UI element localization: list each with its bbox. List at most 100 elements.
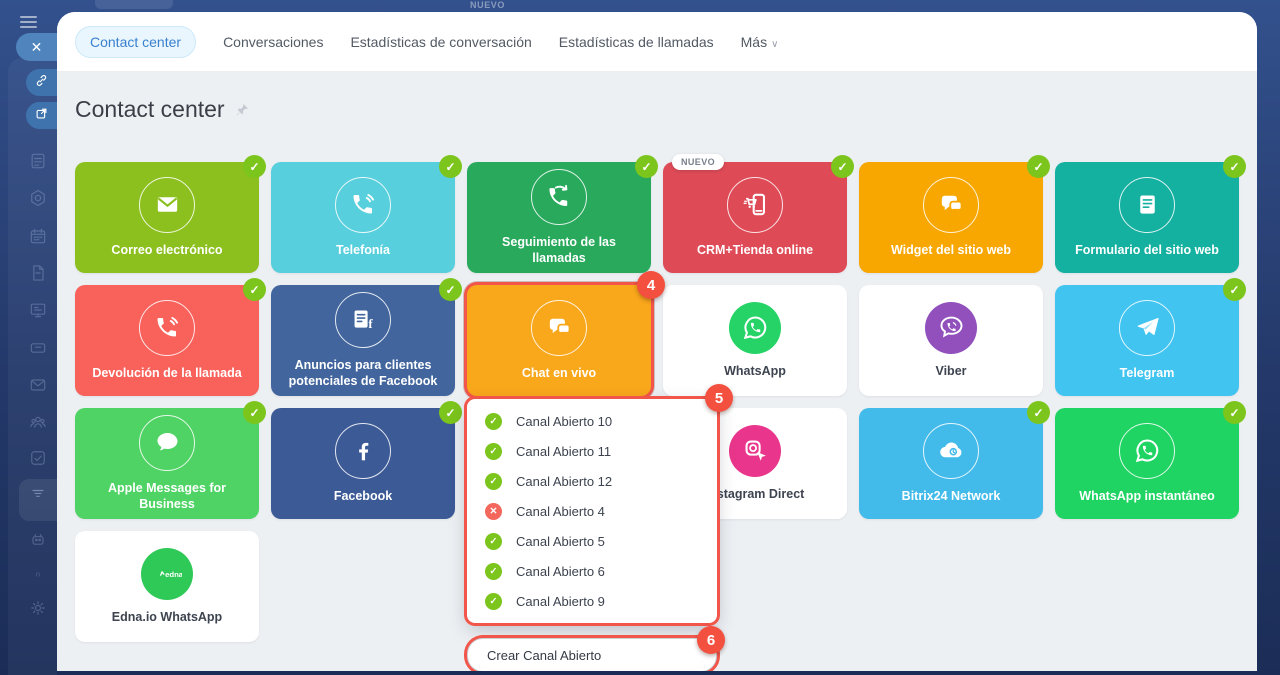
check-badge-icon: ✓ (243, 278, 266, 301)
tab-estadisticas-de-llamadas[interactable]: Estadísticas de llamadas (559, 34, 714, 50)
channel-tile-crm-tienda-online[interactable]: ✓NUEVOCRM+Tienda online (663, 162, 847, 273)
close-button[interactable]: ✕ (16, 33, 57, 61)
document-icon[interactable] (28, 151, 48, 171)
open-channel-item[interactable]: ✓ Canal Abierto 6 (467, 556, 717, 586)
main-panel: Contact center Conversaciones Estadísticas… (57, 12, 1257, 671)
phone-waves-icon (335, 177, 391, 233)
close-icon: ✕ (31, 39, 43, 56)
create-channel-wrap: Crear Canal Abierto 6 (467, 638, 717, 671)
channel-tile-chat-en-vivo[interactable]: 4Chat en vivo (467, 285, 651, 396)
open-channel-item[interactable]: ✓Canal Abierto 12 (467, 466, 717, 496)
cloud-clock-icon (923, 423, 979, 479)
tile-label: Edna.io WhatsApp (104, 609, 230, 625)
copy-link-button[interactable] (26, 69, 57, 96)
tile-label: Facebook (326, 488, 400, 504)
link-icon (34, 73, 49, 93)
page-title: Contact center (75, 96, 250, 123)
doc-f-icon: f (335, 292, 391, 348)
channel-tile-telegram[interactable]: ✓Telegram (1055, 285, 1239, 396)
tasks-icon[interactable] (28, 448, 48, 468)
open-channel-label: Canal Abierto 5 (516, 534, 605, 549)
tile-label: Formulario del sitio web (1067, 242, 1227, 258)
open-channels-dropdown: 5 ✓Canal Abierto 10✓Canal Abierto 11✓Can… (467, 399, 717, 623)
form-doc-icon (1119, 177, 1175, 233)
bubble-icon (139, 415, 195, 471)
check-circle-icon: ✓ (485, 533, 502, 550)
check-badge-icon: ✓ (635, 155, 658, 178)
channel-tile-correo-electronico[interactable]: ✓Correo electrónico (75, 162, 259, 273)
channel-tile-formulario-del-sitio-web[interactable]: ✓Formulario del sitio web (1055, 162, 1239, 273)
open-channel-item[interactable]: ✕Canal Abierto 4 (467, 496, 717, 526)
channel-tile-anuncios-facebook[interactable]: ✓fAnuncios para clientes potenciales de … (271, 285, 455, 396)
tile-label: Anuncios para clientes potenciales de Fa… (271, 357, 455, 390)
phone-waves-icon (139, 300, 195, 356)
tile-label: Seguimiento de las llamadas (467, 234, 651, 267)
check-circle-icon: ✓ (485, 593, 502, 610)
facebook-f-icon (335, 423, 391, 479)
users-icon[interactable] (28, 412, 48, 432)
open-new-tab-button[interactable] (26, 102, 57, 129)
check-circle-icon: ✓ (485, 413, 502, 430)
tile-label: Chat en vivo (514, 365, 604, 381)
annotation-badge-5: 5 (705, 384, 733, 412)
whatsapp-icon (1119, 423, 1175, 479)
phone-arrows-icon (531, 169, 587, 225)
cart-phone-icon (727, 177, 783, 233)
tile-label: Telegram (1112, 365, 1183, 381)
mail-icon[interactable] (28, 375, 48, 395)
channel-tile-facebook[interactable]: ✓Facebook (271, 408, 455, 519)
channel-tile-telefonia[interactable]: ✓Telefonía (271, 162, 455, 273)
channel-tile-whatsapp-instantaneo[interactable]: ✓WhatsApp instantáneo (1055, 408, 1239, 519)
svg-text:n: n (36, 569, 40, 578)
filter-icon[interactable] (28, 483, 48, 503)
channel-tile-widget-del-sitio-web[interactable]: ✓Widget del sitio web (859, 162, 1043, 273)
annotation-badge-4: 4 (637, 271, 665, 299)
tab-contact-center[interactable]: Contact center (75, 26, 196, 58)
open-channel-item[interactable]: ✓ Canal Abierto 10 (467, 406, 717, 436)
check-badge-icon: ✓ (1027, 401, 1050, 424)
channel-tile-bitrix24-network[interactable]: ✓Bitrix24 Network (859, 408, 1043, 519)
open-channel-label: Canal Abierto 10 (516, 414, 612, 429)
open-channel-label: Canal Abierto 12 (516, 474, 612, 489)
menu-icon[interactable] (20, 16, 37, 28)
sidebar: ✕ n (0, 0, 57, 675)
chevron-down-icon: ∨ (771, 39, 778, 50)
tile-label: Apple Messages for Business (75, 480, 259, 513)
open-channel-item[interactable]: ✓Canal Abierto 11 (467, 436, 717, 466)
calendar-icon[interactable] (28, 226, 48, 246)
chat-bubbles-icon (923, 177, 979, 233)
check-badge-icon: ✓ (243, 155, 266, 178)
tab-mas[interactable]: Más∨ (741, 34, 779, 50)
background-chrome-chip (95, 0, 173, 9)
open-channel-label: Canal Abierto 6 (516, 564, 605, 579)
channel-tile-edna-io-whatsapp[interactable]: ednaEdna.io WhatsApp (75, 531, 259, 642)
tile-label: Telefonía (328, 242, 398, 258)
whatsapp-icon (729, 302, 781, 354)
tab-estadisticas-de-conversacion[interactable]: Estadísticas de conversación (350, 34, 531, 50)
channel-tile-seguimiento-de-las-llamadas[interactable]: ✓Seguimiento de las llamadas (467, 162, 651, 273)
gear-icon[interactable] (28, 598, 48, 618)
channel-tile-whatsapp[interactable]: WhatsApp (663, 285, 847, 396)
pin-icon[interactable] (234, 102, 250, 118)
paper-plane-icon (1119, 300, 1175, 356)
open-channel-item[interactable]: ✓ Canal Abierto 5 (467, 526, 717, 556)
board-icon[interactable] (28, 300, 48, 320)
check-circle-icon: ✓ (485, 563, 502, 580)
svg-text:f: f (368, 317, 373, 331)
instagram-direct-icon (729, 425, 781, 477)
archive-icon[interactable] (28, 338, 48, 358)
page-icon[interactable] (28, 263, 48, 283)
create-open-channel-button[interactable]: Crear Canal Abierto (467, 638, 717, 671)
channel-tile-devolucion-de-la-llamada[interactable]: ✓Devolución de la llamada (75, 285, 259, 396)
bot-icon[interactable] (28, 530, 48, 550)
check-badge-icon: ✓ (243, 401, 266, 424)
tile-label: Viber (927, 363, 974, 379)
open-channel-item[interactable]: ✓Canal Abierto 9 (467, 586, 717, 616)
tab-conversaciones[interactable]: Conversaciones (223, 34, 323, 50)
letter-n-icon[interactable]: n (28, 563, 48, 583)
check-circle-icon: ✓ (485, 443, 502, 460)
channel-tile-viber[interactable]: Viber (859, 285, 1043, 396)
tile-label: WhatsApp (716, 363, 794, 379)
channel-tile-apple-messages-for-business[interactable]: ✓Apple Messages for Business (75, 408, 259, 519)
hexagon-icon[interactable] (28, 188, 48, 208)
